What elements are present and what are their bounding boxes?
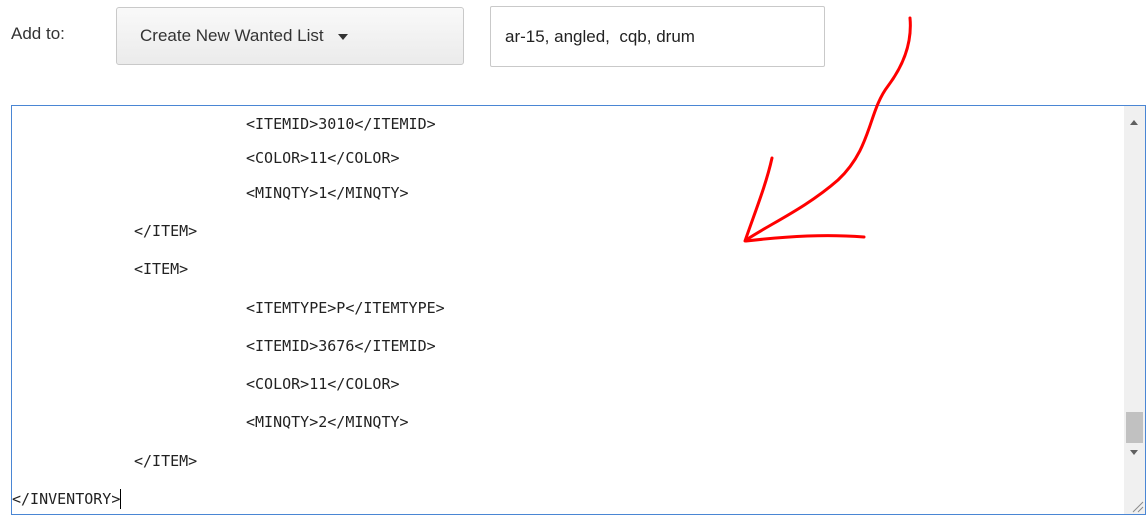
xml-line: <MINQTY>2</MINQTY>	[246, 413, 409, 431]
xml-line: </ITEM>	[134, 222, 198, 240]
chevron-down-icon	[337, 34, 348, 40]
xml-line: <ITEM>	[134, 260, 189, 278]
xml-line: </ITEM>	[134, 452, 198, 470]
xml-line: <COLOR>11</COLOR>	[246, 149, 400, 167]
wanted-list-select[interactable]: Create New Wanted List	[116, 7, 464, 65]
xml-content: <ITEMID>3010</ITEMID> <COLOR>11</COLOR> …	[12, 106, 1124, 514]
xml-line: <MINQTY>1</MINQTY>	[246, 184, 409, 202]
xml-line: <COLOR>11</COLOR>	[246, 375, 400, 393]
resize-grip-icon[interactable]	[1131, 500, 1144, 513]
scroll-thumb[interactable]	[1126, 412, 1143, 443]
xml-line: <ITEMID>3010</ITEMID>	[246, 115, 436, 133]
xml-line: <ITEMTYPE>P</ITEMTYPE>	[246, 299, 445, 317]
arrow-down-icon[interactable]	[1124, 442, 1145, 463]
xml-line-text: </INVENTORY>	[12, 490, 121, 508]
xml-line: <ITEMID>3676</ITEMID>	[246, 337, 436, 355]
text-cursor	[120, 489, 122, 509]
tags-input[interactable]	[490, 6, 825, 67]
arrow-up-icon[interactable]	[1124, 106, 1145, 127]
add-to-label: Add to:	[11, 24, 65, 43]
wanted-list-select-value: Create New Wanted List	[140, 26, 324, 45]
xml-line-last: </INVENTORY>	[12, 489, 122, 509]
vertical-scrollbar[interactable]	[1124, 106, 1145, 514]
xml-textarea[interactable]: <ITEMID>3010</ITEMID> <COLOR>11</COLOR> …	[11, 105, 1146, 515]
